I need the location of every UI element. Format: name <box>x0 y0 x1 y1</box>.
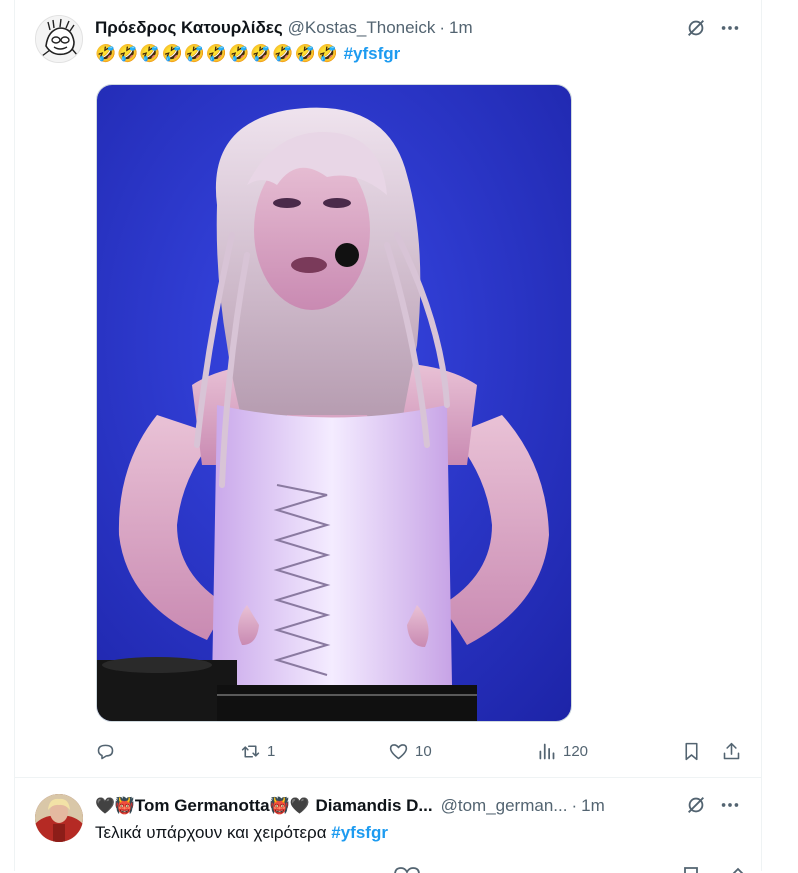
tweet-actions-partial <box>95 861 755 873</box>
share-button[interactable] <box>721 736 742 766</box>
display-name[interactable]: Πρόεδρος Κατουρλίδες <box>95 18 283 38</box>
emoji-text: 🤣🤣🤣🤣🤣🤣🤣🤣🤣🤣🤣 <box>95 44 339 63</box>
hashtag-link[interactable]: #yfsfgr <box>344 44 401 63</box>
tweet-photo[interactable] <box>96 84 572 722</box>
tweet-body: Τελικά υπάρχουν και χειρότερα <box>95 823 327 842</box>
tweet-actions: 1 10 120 <box>95 736 755 766</box>
black-heart-emoji: 🖤 <box>95 798 115 815</box>
reply-button[interactable] <box>95 736 122 766</box>
more-icon[interactable] <box>719 17 741 39</box>
black-heart-emoji: 🖤 <box>289 798 310 815</box>
tweet[interactable]: Πρόεδρος Κατουρλίδες @Kostas_Thoneick · … <box>15 0 761 778</box>
avatar-drawing <box>36 16 82 62</box>
grok-icon[interactable] <box>685 794 707 816</box>
repost-count: 1 <box>267 742 276 760</box>
avatar[interactable] <box>35 794 83 842</box>
repost-icon <box>241 744 260 758</box>
views-button[interactable]: 120 <box>536 736 588 766</box>
views-count: 120 <box>563 742 589 760</box>
share-icon <box>732 867 744 873</box>
like-count: 10 <box>415 742 432 760</box>
tweet-header: 🖤 👹 Tom Germanotta 👹 🖤 Diamandis D... @t… <box>95 794 605 818</box>
user-handle[interactable]: @Kostas_Thoneick <box>288 18 436 38</box>
bookmark-button[interactable] <box>681 736 702 766</box>
heart-icon <box>389 743 408 759</box>
grok-icon[interactable] <box>685 17 707 39</box>
display-name[interactable]: Tom Germanotta <box>135 796 270 816</box>
ogre-emoji: 👹 <box>269 798 290 815</box>
ogre-emoji: 👹 <box>114 798 135 815</box>
tweet-text: 🤣🤣🤣🤣🤣🤣🤣🤣🤣🤣🤣 #yfsfgr <box>95 43 400 65</box>
tweet[interactable]: 🖤 👹 Tom Germanotta 👹 🖤 Diamandis D... @t… <box>15 779 761 873</box>
hashtag-link[interactable]: #yfsfgr <box>331 823 388 842</box>
separator-dot: · <box>439 18 446 37</box>
reply-icon <box>97 744 114 759</box>
timestamp[interactable]: 1m <box>581 796 605 816</box>
display-name-continued[interactable]: Diamandis D... <box>315 796 432 816</box>
bookmark-icon <box>685 742 698 760</box>
timestamp[interactable]: 1m <box>449 18 473 38</box>
repost-button[interactable]: 1 <box>240 736 275 766</box>
avatar-drawing <box>35 794 83 842</box>
tweet-text: Τελικά υπάρχουν και χειρότερα #yfsfgr <box>95 822 388 844</box>
separator-dot: · <box>571 796 578 815</box>
photo-performer <box>97 85 571 721</box>
user-handle[interactable]: @tom_german... <box>441 796 568 816</box>
timeline: Πρόεδρος Κατουρλίδες @Kostas_Thoneick · … <box>14 0 762 873</box>
views-chart-icon <box>539 743 555 759</box>
avatar[interactable] <box>35 15 83 63</box>
tweet-header: Πρόεδρος Κατουρλίδες @Kostas_Thoneick · … <box>95 16 473 40</box>
share-icon <box>723 742 740 759</box>
like-button[interactable]: 10 <box>388 736 432 766</box>
more-icon[interactable] <box>719 794 741 816</box>
